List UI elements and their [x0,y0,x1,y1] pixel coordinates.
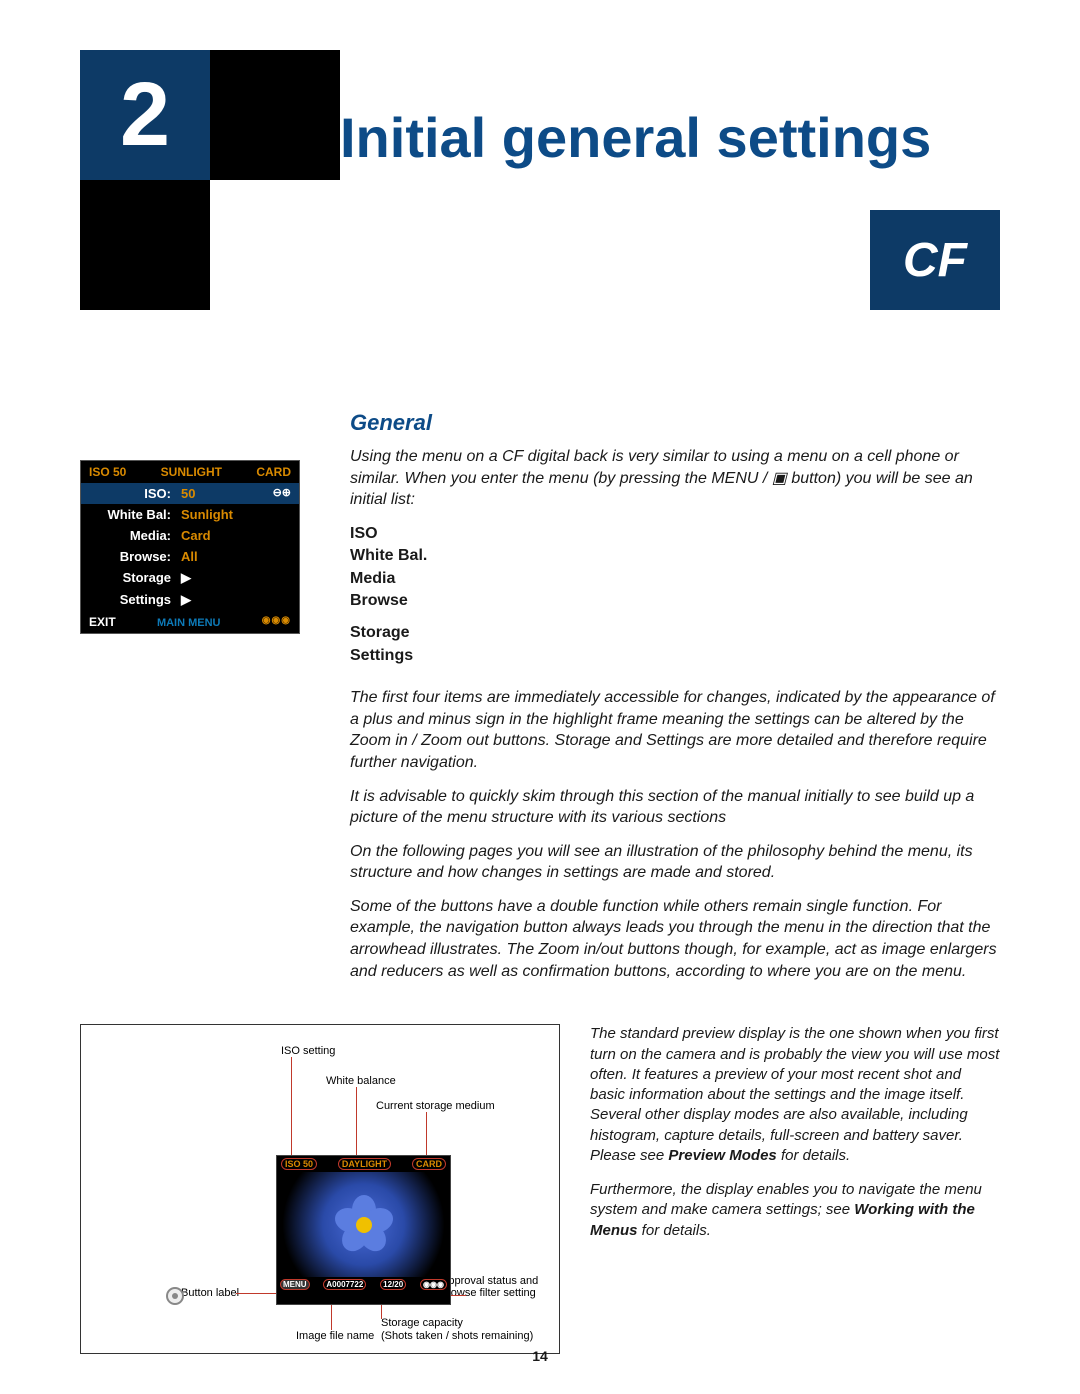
callout-medium: Current storage medium [376,1100,495,1112]
preview-header: ISO 50 DAYLIGHT CARD [277,1156,450,1172]
callout-iso: ISO setting [281,1045,335,1057]
lcd-main-menu-label: MAIN MENU [157,615,221,629]
intro-para: Using the menu on a CF digital back is v… [350,446,1000,511]
preview-approval: ◉◉◉ [420,1279,447,1290]
side-p1a: The standard preview display is the one … [590,1025,999,1164]
lcd-v: Card [171,528,211,543]
callout-btn: Button label [181,1287,239,1299]
lcd-row-browse: Browse: All [81,546,299,567]
para-2: It is advisable to quickly skim through … [350,786,1000,829]
lcd-k: White Bal: [91,507,171,522]
lcd-footer: EXIT MAIN MENU ◉◉◉ [81,611,299,633]
lcd-k: Media: [91,528,171,543]
button-dot-icon [166,1287,184,1305]
menu-item-list: ISO White Bal. Media Browse Storage Sett… [350,523,1000,667]
lcd-row-media: Media: Card [81,525,299,546]
lcd-v: Sunlight [171,507,233,522]
list-item: Browse [350,590,1000,612]
lcd-v: 50 [171,486,195,501]
callout-filename: Image file name [296,1330,374,1342]
lcd-row-wb: White Bal: Sunlight [81,504,299,525]
para-4: Some of the buttons have a double functi… [350,896,1000,982]
lcd-k: ISO: [91,486,171,501]
page-number: 14 [532,1348,548,1364]
list-item: Media [350,568,1000,590]
flower-icon [334,1195,394,1255]
section-heading-general: General [350,410,1000,436]
callout-shots: (Shots taken / shots remaining) [381,1330,533,1342]
lcd-row-iso: ISO: 50 ⊖⊕ [81,483,299,504]
page-title: Initial general settings [340,105,931,170]
preview-filename: A0007722 [323,1279,366,1290]
side-text: The standard preview display is the one … [590,1024,1000,1354]
lcd-k: Browse: [91,549,171,564]
lcd-row-storage: Storage ▶ [81,567,299,589]
para-3: On the following pages you will see an i… [350,841,1000,884]
preview-lcd: ISO 50 DAYLIGHT CARD MENU A0007722 12/20… [276,1155,451,1305]
callout-capacity: Storage capacity [381,1317,463,1329]
lcd-header: ISO 50 SUNLIGHT CARD [81,461,299,483]
preview-media: CARD [412,1158,446,1170]
chapter-number: 2 [120,64,170,167]
list-item: Settings [350,645,1000,667]
list-item: Storage [350,622,1000,644]
callout-wb: White balance [326,1075,396,1087]
preview-wb: DAYLIGHT [338,1158,391,1170]
preview-footer: MENU A0007722 12/20 ◉◉◉ [277,1277,450,1292]
preview-diagram: ISO setting White balance Current storag… [80,1024,560,1354]
lcd-k: Settings [91,592,171,608]
lcd-header-iso: ISO 50 [89,465,126,479]
chapter-number-box: 2 [80,50,210,180]
side-p1c: for details. [777,1147,850,1164]
lcd-header-wb: SUNLIGHT [161,465,222,479]
para-1: The first four items are immediately acc… [350,687,1000,773]
list-item: White Bal. [350,545,1000,567]
list-item: ISO [350,523,1000,545]
decor-sq-1 [80,180,210,310]
plus-minus-icon: ⊖⊕ [273,486,291,499]
lcd-row-settings: Settings ▶ [81,589,299,611]
side-p1b: Preview Modes [668,1147,776,1164]
lcd-approval-icons: ◉◉◉ [262,615,291,629]
decor-sq-2 [210,50,340,180]
lcd-v: All [171,549,198,564]
preview-image [277,1172,450,1277]
chevron-right-icon: ▶ [171,592,191,608]
lcd-header-media: CARD [256,465,291,479]
cf-badge-text: CF [903,233,967,288]
cf-badge: CF [870,210,1000,310]
lcd-main-menu: ISO 50 SUNLIGHT CARD ISO: 50 ⊖⊕ White Ba… [80,460,300,634]
preview-iso: ISO 50 [281,1158,317,1170]
side-p2c: for details. [638,1222,711,1239]
lcd-exit: EXIT [89,615,116,629]
lcd-k: Storage [91,570,171,586]
preview-capacity: 12/20 [380,1279,406,1290]
preview-menu-btn: MENU [280,1279,310,1290]
chevron-right-icon: ▶ [171,570,191,586]
